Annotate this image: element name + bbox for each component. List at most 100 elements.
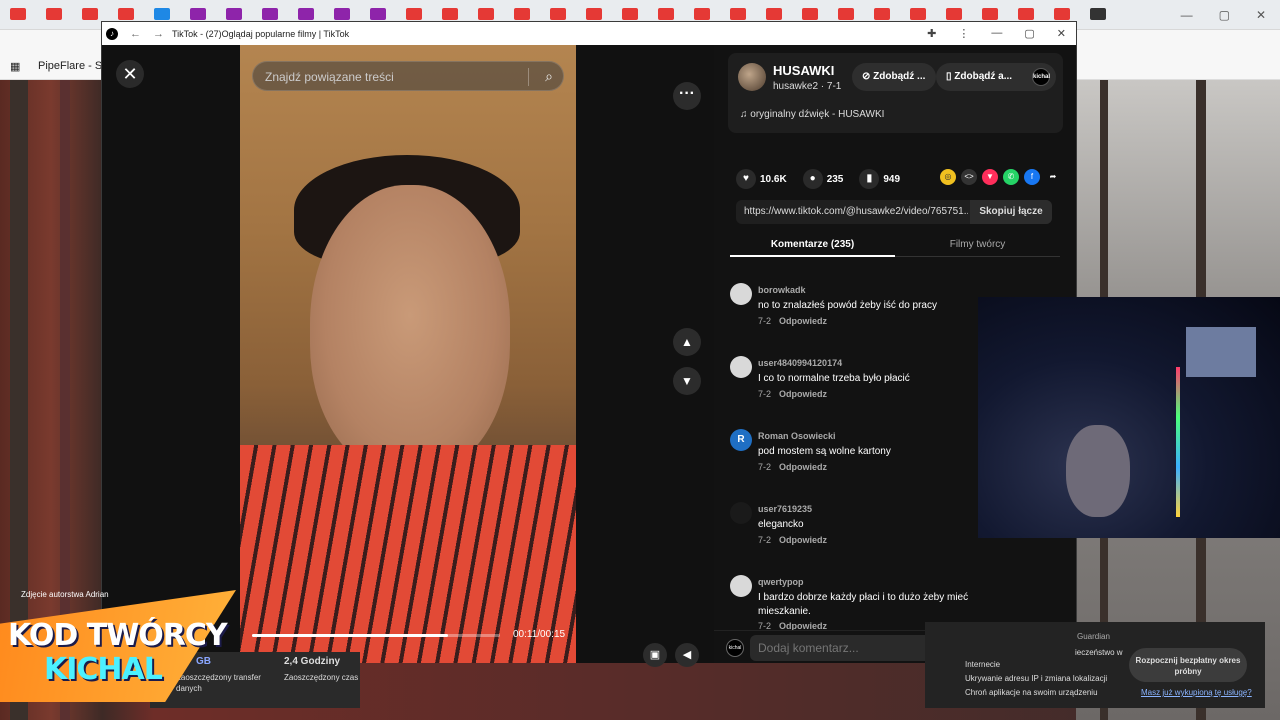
send-icon[interactable]: ▼ <box>982 169 998 185</box>
comment-icon: ● <box>802 169 823 189</box>
close-icon[interactable]: ✕ <box>1256 8 1266 22</box>
reply-button[interactable]: Odpowiedz <box>779 389 827 399</box>
author-handle[interactable]: husawke2 · 7-1 <box>773 81 841 92</box>
extension-icon[interactable]: ✚ <box>927 27 936 40</box>
tab-favicon[interactable] <box>46 8 62 20</box>
comment-user[interactable]: qwertypop <box>758 577 804 587</box>
comment-user[interactable]: user7619235 <box>758 504 812 514</box>
reply-button[interactable]: Odpowiedz <box>779 462 827 472</box>
sound-label[interactable]: ♫ oryginalny dźwięk - HUSAWKI <box>740 109 884 120</box>
back-icon[interactable]: ← <box>130 28 141 40</box>
tab-favicon[interactable] <box>874 8 890 20</box>
pip-icon[interactable]: ▣ <box>643 643 667 667</box>
tab-favicon[interactable] <box>622 8 638 20</box>
menu-icon[interactable]: ⋮ <box>958 27 969 40</box>
bookmark-pipeflare[interactable]: PipeFlare - Sp <box>38 60 108 72</box>
reply-button[interactable]: Odpowiedz <box>779 316 827 326</box>
video-player[interactable] <box>240 45 576 663</box>
tab-favicon[interactable] <box>982 8 998 20</box>
tab-favicon[interactable] <box>910 8 926 20</box>
tab-creator-videos[interactable]: Filmy twórcy <box>895 239 1060 250</box>
tab-favicon[interactable] <box>550 8 566 20</box>
forward-icon[interactable]: → <box>153 28 164 40</box>
tab-favicon[interactable] <box>694 8 710 20</box>
video-progress-fill <box>252 634 448 637</box>
apps-icon[interactable]: ▦ <box>10 60 20 73</box>
avatar[interactable] <box>738 63 766 91</box>
video-progress-bar[interactable] <box>252 634 500 637</box>
tab-favicon[interactable] <box>802 8 818 20</box>
tab-favicon[interactable] <box>766 8 782 20</box>
get-effect-button[interactable]: ⊘ Zdobądź ... <box>852 63 936 91</box>
tab-favicon[interactable] <box>10 8 26 20</box>
minimize-icon[interactable]: — <box>1181 8 1193 22</box>
stat1-value: GB <box>196 656 211 667</box>
whatsapp-icon[interactable]: ✆ <box>1003 169 1019 185</box>
tab-favicon[interactable] <box>1054 8 1070 20</box>
tab-favicon[interactable] <box>406 8 422 20</box>
comment-user[interactable]: Roman Osowiecki <box>758 431 836 441</box>
maximize-icon[interactable]: ▢ <box>1219 8 1230 22</box>
comment-user[interactable]: borowkadk <box>758 285 806 295</box>
tab-comments[interactable]: Komentarze (235) <box>730 239 895 250</box>
tab-favicon[interactable] <box>118 8 134 20</box>
avatar[interactable] <box>730 502 752 524</box>
vpn-security-label: ieczeństwo w <box>1075 648 1123 657</box>
coin-icon[interactable]: ◎ <box>940 169 956 185</box>
minimize-icon[interactable]: — <box>991 27 1002 40</box>
tab-favicon[interactable] <box>226 8 242 20</box>
tab-favicon[interactable] <box>298 8 314 20</box>
tab-favicon[interactable] <box>1018 8 1034 20</box>
close-video-button[interactable]: ✕ <box>116 60 144 88</box>
like-button[interactable]: ♥ 10.6K <box>736 169 787 189</box>
video-url[interactable]: https://www.tiktok.com/@husawke2/video/7… <box>744 206 968 217</box>
window-controls: — ▢ ✕ <box>1181 8 1266 22</box>
comment-date: 7-2 <box>758 462 772 472</box>
comment-button[interactable]: ● 235 <box>802 169 843 189</box>
start-trial-button[interactable]: Rozpocznij bezpłatny okres próbny <box>1129 648 1247 682</box>
tab-favicon[interactable] <box>586 8 602 20</box>
tab-favicon[interactable] <box>154 8 170 20</box>
comment-text: pod mostem są wolne kartony <box>758 446 891 457</box>
tab-favicon[interactable] <box>82 8 98 20</box>
panel-tabs: Komentarze (235) Filmy twórcy <box>730 233 1060 257</box>
tab-favicon[interactable] <box>334 8 350 20</box>
tiktok-logo-icon: ♪ <box>106 27 118 40</box>
reply-button[interactable]: Odpowiedz <box>779 535 827 545</box>
tab-favicon[interactable] <box>730 8 746 20</box>
facebook-icon[interactable]: f <box>1024 169 1040 185</box>
tab-favicon[interactable] <box>478 8 494 20</box>
tab-favicon[interactable] <box>946 8 962 20</box>
tab-favicon[interactable] <box>262 8 278 20</box>
avatar[interactable] <box>730 283 752 305</box>
maximize-icon[interactable]: ▢ <box>1024 27 1034 40</box>
tab-favicon[interactable] <box>838 8 854 20</box>
author-name[interactable]: HUSAWKI <box>773 63 834 78</box>
volume-icon[interactable]: ◀ <box>675 643 699 667</box>
close-icon[interactable]: ✕ <box>1057 27 1066 40</box>
tab-favicon[interactable] <box>514 8 530 20</box>
avatar[interactable] <box>730 575 752 597</box>
next-video-button[interactable]: ▼ <box>673 367 701 395</box>
search-icon[interactable]: ⌕ <box>545 68 553 85</box>
comment-user[interactable]: user4840994120174 <box>758 358 842 368</box>
already-subscribed-link[interactable]: Masz już wykupioną tę usługę? <box>1141 688 1252 697</box>
tab-favicon[interactable] <box>190 8 206 20</box>
tab-favicon[interactable] <box>370 8 386 20</box>
tab-favicon[interactable] <box>442 8 458 20</box>
share-options: ◎ <> ▼ ✆ f ➦ <box>940 169 1061 185</box>
active-tab-indicator <box>730 255 895 257</box>
embed-icon[interactable]: <> <box>961 169 977 185</box>
related-search-bar[interactable]: Znajdź powiązane treści ⌕ <box>252 61 564 91</box>
comment-text: no to znalazłeś powód żeby iść do pracy <box>758 300 937 311</box>
copy-link-button[interactable]: Skopiuj łącze <box>970 200 1052 224</box>
save-button[interactable]: ▮ 949 <box>859 169 900 189</box>
avatar[interactable]: R <box>730 429 752 451</box>
get-app-button[interactable]: ▯ Zdobądź a... kichal <box>936 63 1056 91</box>
tab-favicon[interactable] <box>658 8 674 20</box>
share-icon[interactable]: ➦ <box>1045 169 1061 185</box>
tab-favicon[interactable] <box>1090 8 1106 20</box>
avatar[interactable] <box>730 356 752 378</box>
previous-video-button[interactable]: ▲ <box>673 328 701 356</box>
more-options-button[interactable]: ··· <box>673 82 701 110</box>
